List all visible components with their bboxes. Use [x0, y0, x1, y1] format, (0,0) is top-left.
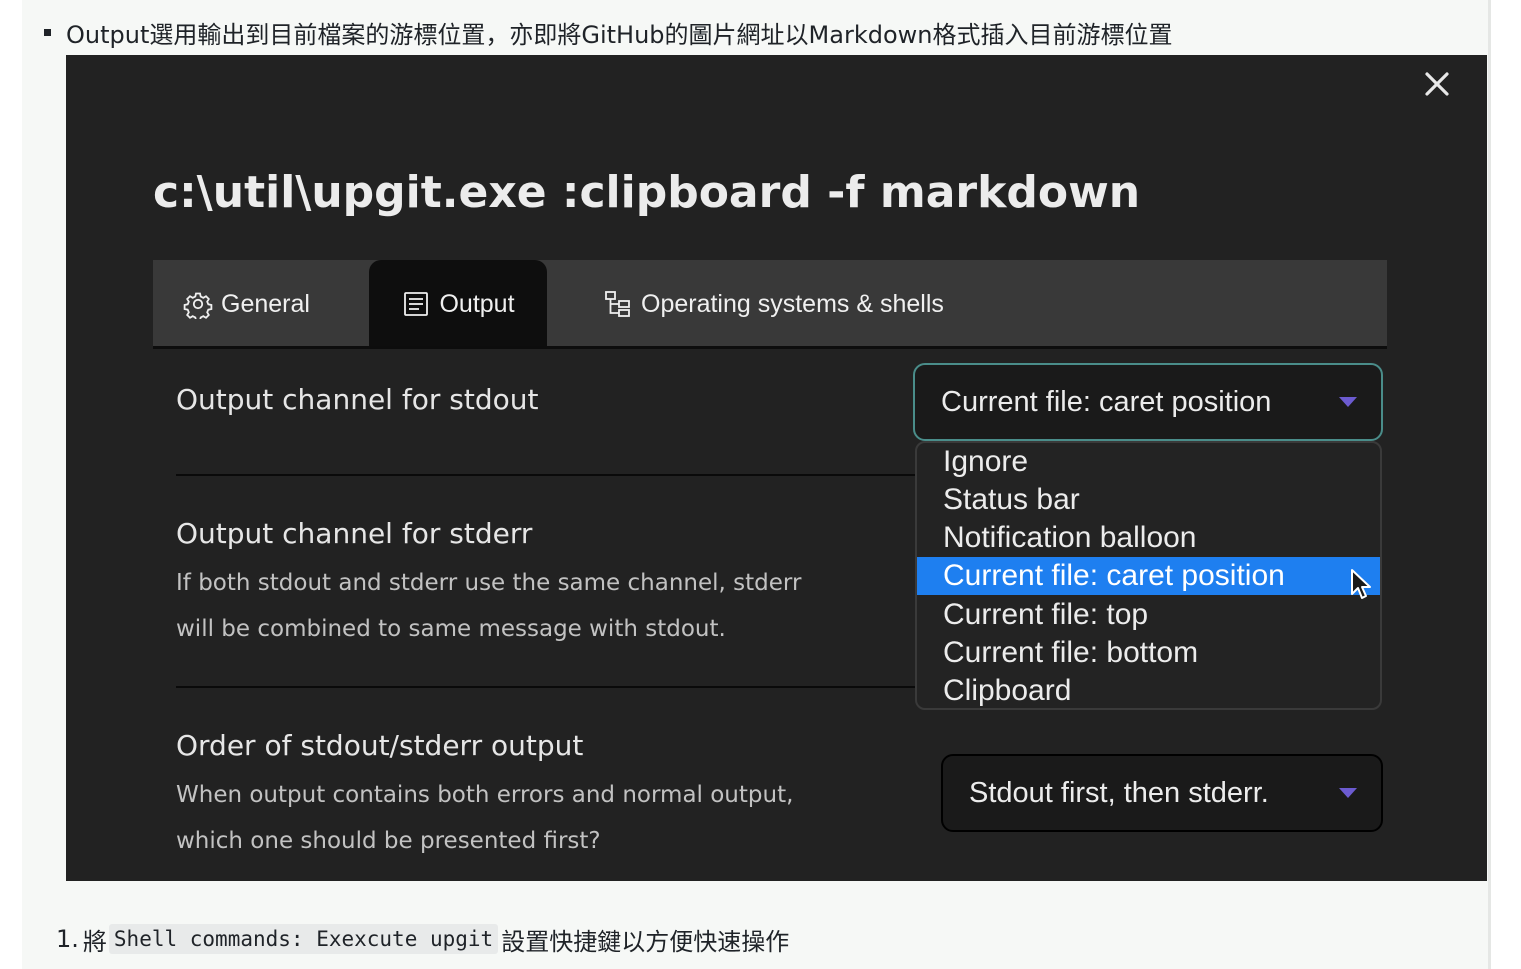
- tree-hierarchy-icon: [603, 289, 633, 319]
- stderr-description-line-1: If both stdout and stderr use the same c…: [176, 570, 802, 596]
- close-icon[interactable]: [1422, 69, 1452, 99]
- dropdown-option-current-file-caret-position[interactable]: Current file: caret position: [917, 557, 1380, 595]
- dropdown-option-notification-balloon[interactable]: Notification balloon: [917, 519, 1380, 557]
- output-order-select[interactable]: Stdout first, then stderr.: [941, 754, 1383, 832]
- tab-general[interactable]: General: [183, 260, 310, 348]
- step-prefix: 將: [82, 927, 107, 956]
- step-suffix: 設置快捷鍵以方便快速操作: [501, 927, 790, 956]
- dropdown-option-current-file-bottom[interactable]: Current file: bottom: [917, 634, 1380, 672]
- stdout-channel-dropdown: Ignore Status bar Notification balloon C…: [915, 441, 1382, 710]
- dropdown-option-clipboard[interactable]: Clipboard: [917, 672, 1380, 708]
- stdout-setting-label: Output channel for stdout: [176, 383, 539, 416]
- page-edge: [1488, 0, 1491, 969]
- stdout-channel-select[interactable]: Current file: caret position: [913, 363, 1383, 441]
- dropdown-option-status-bar[interactable]: Status bar: [917, 481, 1380, 519]
- dropdown-arrow-icon: [1339, 397, 1357, 407]
- dialog-title: c:\util\upgit.exe :clipboard -f markdown: [153, 167, 1141, 218]
- row-divider: [176, 474, 936, 476]
- numbered-step: 1. 將 Shell commands: Exexcute upgit 設置快捷…: [56, 921, 789, 957]
- order-description-line-1: When output contains both errors and nor…: [176, 782, 794, 808]
- dropdown-arrow-icon: [1339, 788, 1357, 798]
- tab-general-label: General: [221, 289, 310, 318]
- dropdown-option-ignore[interactable]: Ignore: [917, 443, 1380, 481]
- tab-bar: General Output Operating systems & shell…: [153, 260, 1387, 348]
- step-number: 1.: [56, 925, 79, 953]
- tab-os-label: Operating systems & shells: [641, 289, 944, 318]
- mouse-pointer-icon: [1351, 569, 1371, 599]
- order-select-value: Stdout first, then stderr.: [969, 776, 1269, 809]
- dropdown-option-current-file-top[interactable]: Current file: top: [917, 596, 1380, 634]
- tab-bar-underline: [153, 346, 1387, 349]
- document-lines-icon: [401, 289, 431, 319]
- tab-operating-systems-shells[interactable]: Operating systems & shells: [603, 260, 944, 348]
- order-setting-label: Order of stdout/stderr output: [176, 729, 584, 762]
- row-divider: [176, 686, 936, 688]
- inline-code: Shell commands: Exexcute upgit: [108, 924, 499, 954]
- stdout-select-value: Current file: caret position: [941, 385, 1272, 418]
- gear-icon: [183, 289, 213, 319]
- stderr-description-line-2: will be combined to same message with st…: [176, 616, 726, 642]
- bullet-item: Output選用輸出到目前檔案的游標位置，亦即將GitHub的圖片網址以Mark…: [44, 14, 1172, 50]
- screenshot-dialog: c:\util\upgit.exe :clipboard -f markdown…: [66, 55, 1487, 881]
- bullet-square-icon: [44, 28, 51, 36]
- stderr-setting-label: Output channel for stderr: [176, 517, 533, 550]
- tab-output-label: Output: [439, 289, 515, 318]
- tab-output[interactable]: Output: [369, 260, 547, 348]
- bullet-text: Output選用輸出到目前檔案的游標位置，亦即將GitHub的圖片網址以Mark…: [66, 20, 1173, 49]
- order-description-line-2: which one should be presented first?: [176, 828, 601, 854]
